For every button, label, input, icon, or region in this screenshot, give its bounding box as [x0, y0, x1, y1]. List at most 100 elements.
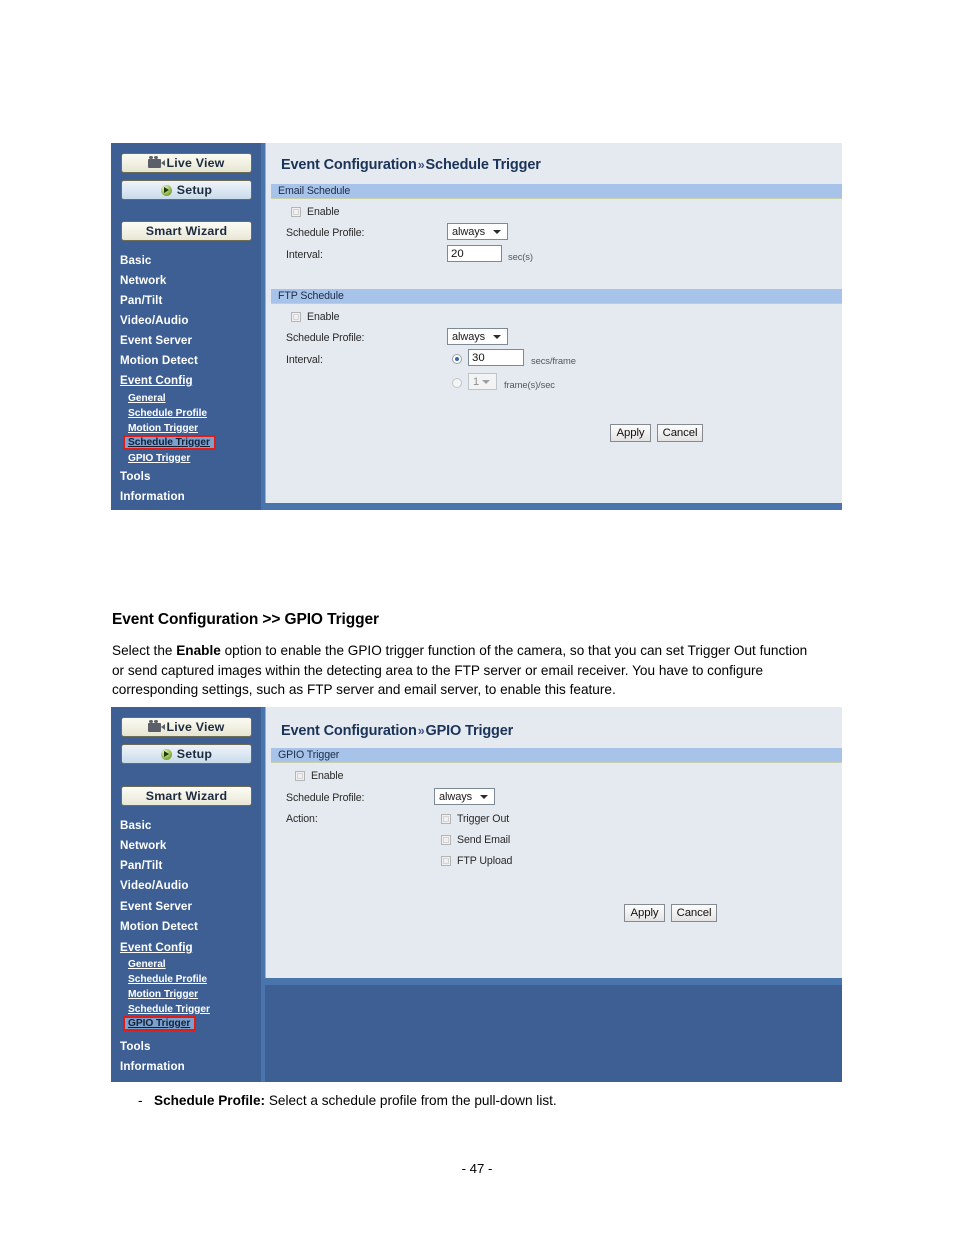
ftp-enable-checkbox[interactable] — [291, 312, 301, 322]
section-paragraph: Select the Enable option to enable the G… — [112, 641, 812, 700]
sidebar-item-motion-detect[interactable]: Motion Detect — [120, 354, 198, 367]
page-title-main: Event Configuration — [281, 723, 417, 739]
live-view-button-label: Live View — [166, 156, 225, 170]
video-camera-icon — [148, 155, 166, 168]
sidebar-subitem-general[interactable]: General — [128, 959, 166, 970]
ftp-interval-secs-radio[interactable] — [452, 354, 462, 364]
setup-button[interactable]: Setup — [121, 744, 252, 764]
email-enable-checkbox[interactable] — [291, 207, 301, 217]
page-title-sub: GPIO Trigger — [425, 723, 514, 739]
gpio-schedule-profile-select[interactable]: always — [434, 788, 495, 805]
section-heading: Event Configuration >> GPIO Trigger — [112, 611, 379, 628]
sidebar-subitem-schedule-profile[interactable]: Schedule Profile — [128, 974, 207, 985]
sidebar-item-network[interactable]: Network — [120, 839, 166, 852]
sidebar-item-video-audio[interactable]: Video/Audio — [120, 879, 189, 892]
sidebar-item-information[interactable]: Information — [120, 1060, 185, 1073]
setup-play-icon — [160, 748, 172, 760]
ftp-schedule-profile-value: always — [452, 330, 486, 343]
ftp-enable-label: Enable — [307, 311, 340, 323]
apply-button-label: Apply — [630, 907, 659, 919]
action-trigger-out-checkbox[interactable] — [441, 814, 451, 824]
sidebar-subitem-general[interactable]: General — [128, 393, 166, 404]
ftp-interval-fps-value: 1 — [473, 375, 480, 388]
email-enable-label: Enable — [307, 206, 340, 218]
sidebar-subitem-gpio-trigger[interactable]: GPIO Trigger — [122, 1016, 197, 1031]
smart-wizard-button[interactable]: Smart Wizard — [121, 221, 252, 241]
ftp-interval-fps-select[interactable]: 1 — [468, 373, 497, 390]
ftp-interval-fps-unit: frame(s)/sec — [504, 379, 555, 390]
content-bottom-accent-bar — [265, 503, 842, 510]
chevron-down-icon — [493, 230, 501, 234]
action-send-email-label: Send Email — [457, 834, 511, 846]
action-ftp-upload-checkbox[interactable] — [441, 856, 451, 866]
sidebar-item-pan-tilt[interactable]: Pan/Tilt — [120, 859, 162, 872]
setup-button[interactable]: Setup — [121, 180, 252, 200]
cancel-button[interactable]: Cancel — [671, 904, 717, 922]
chevron-down-icon — [493, 335, 501, 339]
bullet-schedule-profile: - Schedule Profile: Select a schedule pro… — [138, 1093, 828, 1108]
sidebar-item-network[interactable]: Network — [120, 274, 166, 287]
schedule-trigger-camera-ui-panel: Live View Setup Smart Wizard Basic Netwo… — [111, 143, 842, 510]
video-camera-icon — [148, 719, 166, 732]
sidebar-item-video-audio[interactable]: Video/Audio — [120, 314, 189, 327]
ftp-interval-fps-radio[interactable] — [452, 378, 462, 388]
sidebar-item-pan-tilt[interactable]: Pan/Tilt — [120, 294, 162, 307]
sidebar-subitem-schedule-profile[interactable]: Schedule Profile — [128, 408, 207, 419]
email-schedule-profile-label: Schedule Profile: — [286, 227, 365, 239]
page-title-main: Event Configuration — [281, 157, 417, 173]
email-schedule-section-header-label: Email Schedule — [278, 185, 351, 197]
gpio-trigger-camera-ui-panel: Live View Setup Smart Wizard Basic Netwo… — [111, 707, 842, 1082]
ftp-interval-secs-input[interactable]: 30 — [468, 349, 524, 366]
gpio-enable-checkbox[interactable] — [295, 771, 305, 781]
live-view-button[interactable]: Live View — [121, 717, 252, 737]
smart-wizard-button[interactable]: Smart Wizard — [121, 786, 252, 806]
email-schedule-profile-select[interactable]: always — [447, 223, 508, 240]
ftp-schedule-profile-select[interactable]: always — [447, 328, 508, 345]
email-schedule-section-header: Email Schedule — [271, 184, 842, 199]
breadcrumb-separator-icon: » — [417, 724, 425, 738]
gpio-schedule-profile-value: always — [439, 790, 473, 803]
sidebar-item-event-config[interactable]: Event Config — [120, 374, 193, 387]
sidebar-subitem-schedule-trigger[interactable]: Schedule Trigger — [123, 435, 216, 450]
cancel-button-label: Cancel — [662, 427, 698, 439]
page-title: Event Configuration»GPIO Trigger — [281, 723, 513, 739]
sidebar-item-event-config[interactable]: Event Config — [120, 941, 193, 954]
sidebar-subitem-motion-trigger[interactable]: Motion Trigger — [128, 423, 198, 434]
chevron-down-icon — [480, 795, 488, 799]
action-ftp-upload-label: FTP Upload — [457, 855, 513, 867]
smart-wizard-button-label: Smart Wizard — [145, 789, 228, 803]
ftp-schedule-profile-label: Schedule Profile: — [286, 332, 365, 344]
sidebar-item-event-server[interactable]: Event Server — [120, 900, 192, 913]
cancel-button[interactable]: Cancel — [657, 424, 703, 442]
breadcrumb-separator-icon: » — [417, 158, 425, 172]
gpio-trigger-section-header: GPIO Trigger — [271, 748, 842, 763]
apply-button[interactable]: Apply — [610, 424, 651, 442]
sidebar-item-tools[interactable]: Tools — [120, 470, 151, 483]
sidebar-item-information[interactable]: Information — [120, 490, 185, 503]
action-send-email-checkbox[interactable] — [441, 835, 451, 845]
sidebar-item-basic[interactable]: Basic — [120, 819, 151, 832]
apply-button[interactable]: Apply — [624, 904, 665, 922]
email-interval-input[interactable]: 20 — [447, 245, 502, 262]
gpio-trigger-section-header-label: GPIO Trigger — [278, 749, 340, 761]
cancel-button-label: Cancel — [676, 907, 712, 919]
ftp-interval-secs-value: 30 — [472, 351, 485, 364]
sidebar-item-basic[interactable]: Basic — [120, 254, 151, 267]
ftp-interval-secs-unit: secs/frame — [531, 355, 576, 366]
bullet-term: Schedule Profile: — [154, 1093, 266, 1108]
bullet-dash: - — [138, 1093, 143, 1108]
paragraph-bold-enable: Enable — [176, 643, 221, 658]
sidebar-subitem-motion-trigger[interactable]: Motion Trigger — [128, 989, 198, 1000]
sidebar-subitem-schedule-trigger[interactable]: Schedule Trigger — [128, 1004, 210, 1015]
ftp-schedule-section-header-label: FTP Schedule — [278, 290, 344, 302]
page-number: - 47 - — [461, 1161, 493, 1176]
sidebar-subitem-gpio-trigger[interactable]: GPIO Trigger — [128, 453, 190, 464]
smart-wizard-button-label: Smart Wizard — [145, 224, 228, 238]
live-view-button[interactable]: Live View — [121, 153, 252, 173]
email-interval-label: Interval: — [286, 249, 323, 261]
content-bottom-accent-bar — [265, 978, 842, 985]
ftp-interval-label: Interval: — [286, 354, 323, 366]
sidebar-item-tools[interactable]: Tools — [120, 1040, 151, 1053]
sidebar-item-event-server[interactable]: Event Server — [120, 334, 192, 347]
sidebar-item-motion-detect[interactable]: Motion Detect — [120, 920, 198, 933]
